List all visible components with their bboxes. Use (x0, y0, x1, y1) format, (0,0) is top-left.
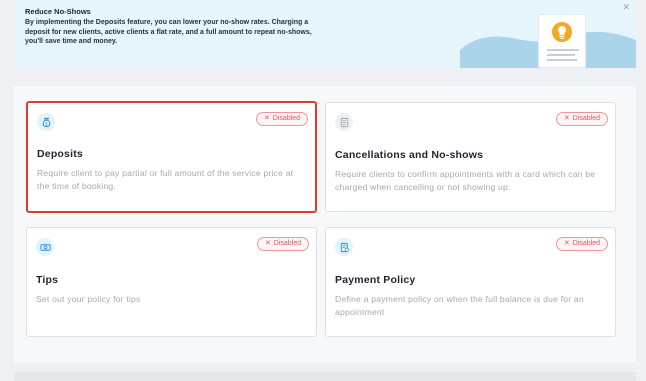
cash-icon (36, 238, 54, 256)
tips-card[interactable]: ✕ Disabled Tips Set out your policy for t… (26, 227, 317, 337)
cancellations-card[interactable]: ✕ Disabled Cancellations and No-shows Req… (325, 102, 616, 212)
features-panel: $ ✕ Disabled Deposits Require client to p… (14, 86, 636, 363)
card-title: Payment Policy (335, 274, 416, 286)
card-description: Require client to pay partial or full am… (37, 168, 294, 191)
card-description: Set out your policy for tips (36, 294, 141, 304)
card-description: Define a payment policy on when the full… (335, 294, 584, 317)
close-icon[interactable]: ✕ (622, 2, 630, 13)
lightbulb-icon (552, 22, 572, 42)
status-badge: ✕ Disabled (555, 112, 608, 126)
card-title: Tips (36, 274, 59, 286)
card-description: Require clients to confirm appointments … (335, 169, 596, 192)
close-icon: ✕ (563, 240, 570, 247)
card-title: Cancellations and No-shows (335, 149, 484, 161)
close-icon: ✕ (264, 240, 271, 247)
money-bag-icon: $ (37, 113, 55, 131)
status-badge: ✕ Disabled (555, 237, 608, 251)
payment-policy-card[interactable]: ✕ Disabled Payment Policy Define a paymen… (325, 227, 616, 337)
deposits-card[interactable]: $ ✕ Disabled Deposits Require client to p… (26, 101, 317, 213)
receipt-icon (335, 238, 353, 256)
banner-text: By implementing the Deposits feature, yo… (25, 19, 312, 46)
svg-text:$: $ (45, 121, 48, 126)
document-icon (335, 113, 353, 131)
footer-strip (14, 372, 636, 381)
banner-title: Reduce No-Shows (25, 7, 91, 16)
card-title: Deposits (37, 148, 83, 160)
close-icon: ✕ (263, 115, 270, 122)
close-icon: ✕ (563, 115, 570, 122)
status-badge: ✕ Disabled (255, 112, 308, 126)
reduce-no-shows-banner: Reduce No-Shows By implementing the Depo… (14, 0, 636, 68)
document-illustration (538, 14, 586, 68)
status-badge: ✕ Disabled (256, 237, 309, 251)
